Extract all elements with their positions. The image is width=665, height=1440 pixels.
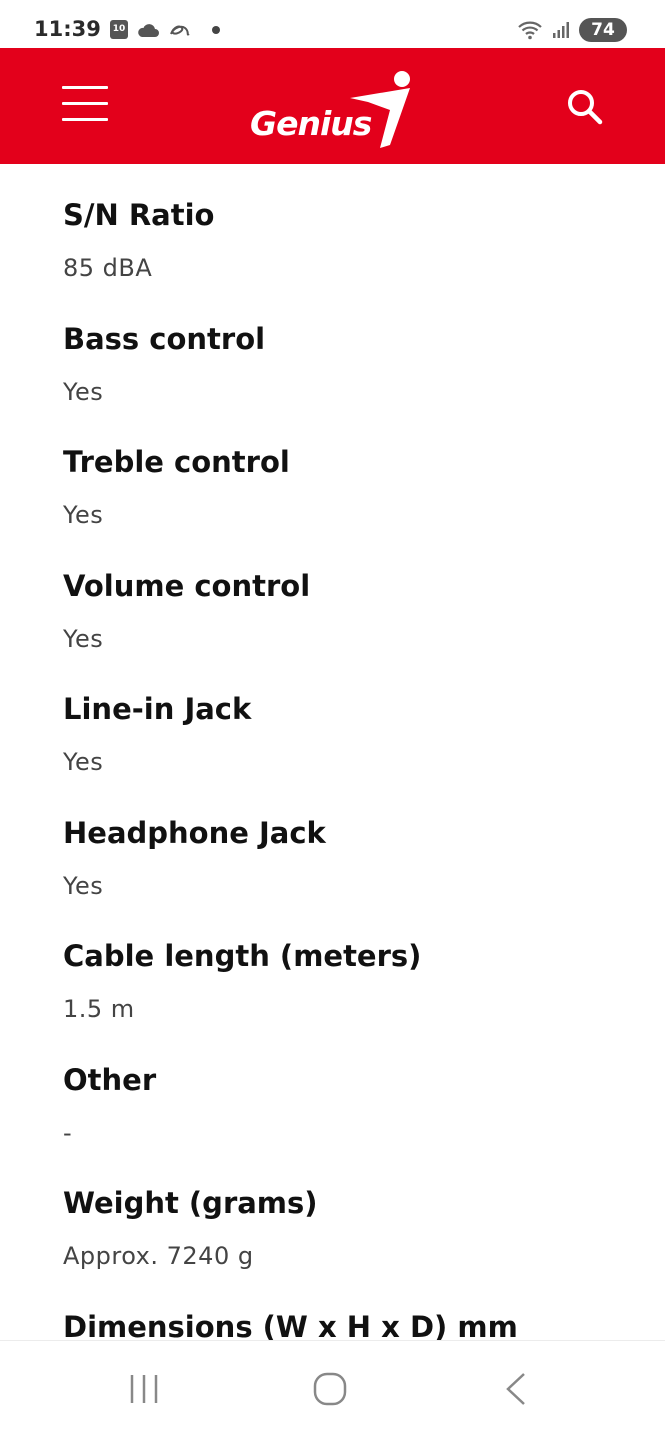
recent-apps-icon[interactable]: [127, 1371, 163, 1411]
back-icon[interactable]: [500, 1371, 536, 1411]
spec-label: Line-in Jack: [63, 692, 252, 726]
spec-value: Approx. 7240 g: [63, 1242, 254, 1270]
status-bar: 11:39 10 74: [0, 0, 665, 48]
spec-label: Weight (grams): [63, 1186, 318, 1220]
spec-item: Line-in Jack Yes: [63, 692, 251, 776]
notification-icons: 10: [110, 20, 220, 39]
battery-level: 74: [591, 20, 615, 40]
spec-label: S/N Ratio: [63, 198, 215, 232]
spec-item: Dimensions (W x H x D) mm: [63, 1310, 518, 1340]
spec-value: Yes: [63, 625, 104, 653]
search-icon[interactable]: [566, 88, 604, 126]
calendar-icon: 10: [110, 20, 128, 39]
spec-item: Bass control Yes: [63, 322, 265, 406]
spec-label: Treble control: [63, 445, 290, 479]
spec-label: Volume control: [63, 569, 311, 603]
spec-item: Weight (grams) Approx. 7240 g: [63, 1186, 318, 1270]
spec-label: Bass control: [63, 322, 266, 356]
home-icon[interactable]: [312, 1371, 348, 1411]
runner-logo-icon: [350, 71, 410, 148]
cloud-icon: [138, 23, 159, 37]
hamburger-menu-icon[interactable]: [62, 86, 108, 122]
spec-item: Cable length (meters) 1.5 m: [63, 939, 421, 1023]
app-header: Genius: [0, 48, 665, 164]
spec-value: 85 dBA: [63, 254, 153, 282]
spec-value: 1.5 m: [63, 995, 135, 1023]
genius-logo[interactable]: Genius: [250, 70, 420, 148]
spec-value: Yes: [63, 748, 104, 776]
spec-item: S/N Ratio 85 dBA: [63, 198, 214, 282]
app-notification-icon: [170, 24, 190, 35]
spec-item: Treble control Yes: [63, 445, 290, 529]
status-time: 11:39: [34, 17, 101, 41]
spec-value: Yes: [63, 378, 104, 406]
spec-label: Cable length (meters): [63, 939, 422, 973]
spec-label: Dimensions (W x H x D) mm: [63, 1310, 518, 1340]
spec-value: Yes: [63, 872, 104, 900]
system-icons: 74: [517, 18, 627, 42]
spec-item: Volume control Yes: [63, 569, 310, 653]
spec-label: Headphone Jack: [63, 816, 326, 850]
notification-dot-icon: [212, 25, 220, 34]
spec-value: Yes: [63, 501, 104, 529]
spec-label: Other: [63, 1063, 157, 1097]
spec-item: Headphone Jack Yes: [63, 816, 326, 900]
spec-item: Other -: [63, 1063, 156, 1147]
signal-icon: [553, 22, 569, 38]
spec-value: -: [63, 1119, 73, 1147]
system-navigation-bar: [0, 1340, 665, 1440]
specifications-list[interactable]: S/N Ratio 85 dBA Bass control Yes Treble…: [0, 164, 665, 1340]
battery-icon: 74: [579, 18, 627, 42]
wifi-icon: [518, 21, 542, 40]
